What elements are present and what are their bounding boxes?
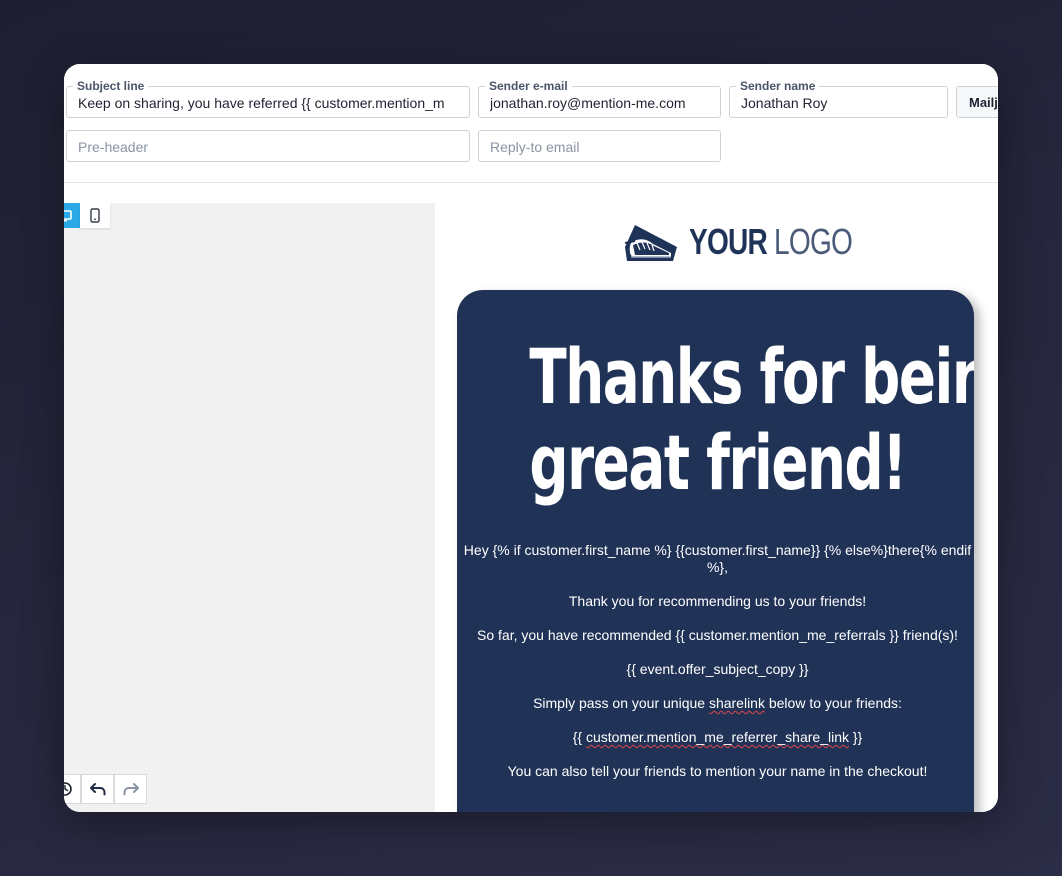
mail-provider-button[interactable]: Mailj bbox=[956, 86, 998, 118]
desktop-icon bbox=[64, 209, 72, 222]
email-content-card[interactable]: Thanks for being a great friend! Hey {% … bbox=[457, 290, 974, 812]
reply-to-field[interactable]: Reply-to email bbox=[478, 130, 721, 162]
headline-line-1: Thanks for being a bbox=[529, 332, 974, 421]
redo-icon bbox=[122, 781, 140, 797]
pre-header-field[interactable]: Pre-header bbox=[66, 130, 470, 162]
logo[interactable]: YOUR LOGO bbox=[621, 217, 898, 267]
email-body[interactable]: Hey {% if customer.first_name %} {{custo… bbox=[461, 542, 974, 797]
mobile-view-button[interactable] bbox=[80, 203, 110, 228]
headline-line-2: great friend! bbox=[529, 418, 907, 507]
reply-to-placeholder[interactable]: Reply-to email bbox=[490, 139, 714, 155]
history-icon bbox=[64, 781, 73, 797]
subject-line-value[interactable]: Keep on sharing, you have referred {{ cu… bbox=[78, 95, 463, 111]
email-preview: YOUR LOGO Thanks for being a great frien… bbox=[435, 203, 998, 812]
email-headline[interactable]: Thanks for being a great friend! bbox=[529, 332, 974, 507]
share-link-placeholder: {{ customer.mention_me_referrer_share_li… bbox=[572, 729, 863, 745]
offer-text: {{ event.offer_subject_copy }} bbox=[626, 661, 809, 677]
sneaker-icon bbox=[621, 217, 683, 267]
undo-icon bbox=[89, 781, 107, 797]
sharelink-instructions: Simply pass on your unique sharelink bel… bbox=[533, 695, 902, 711]
thanks-text: Thank you for recommending us to your fr… bbox=[568, 593, 867, 609]
mobile-icon bbox=[90, 208, 100, 223]
history-button[interactable] bbox=[64, 774, 81, 804]
subject-line-label: Subject line bbox=[73, 79, 149, 93]
sender-name-label: Sender name bbox=[736, 79, 820, 93]
redo-button[interactable] bbox=[114, 774, 147, 804]
email-editor-window: Subject line Keep on sharing, you have r… bbox=[64, 64, 998, 812]
sender-name-value[interactable]: Jonathan Roy bbox=[741, 95, 941, 111]
sender-email-value[interactable]: jonathan.roy@mention-me.com bbox=[490, 95, 714, 111]
sender-email-field[interactable]: Sender e-mail jonathan.roy@mention-me.co… bbox=[478, 79, 721, 118]
referrals-count-text: So far, you have recommended {{ customer… bbox=[477, 627, 958, 643]
desktop-view-button[interactable] bbox=[64, 203, 80, 228]
pre-header-placeholder[interactable]: Pre-header bbox=[78, 139, 463, 155]
checkout-text: You can also tell your friends to mentio… bbox=[507, 763, 928, 779]
sender-name-field[interactable]: Sender name Jonathan Roy bbox=[729, 79, 948, 118]
subject-line-field[interactable]: Subject line Keep on sharing, you have r… bbox=[66, 79, 470, 118]
undo-button[interactable] bbox=[81, 774, 114, 804]
greeting-text: Hey {% if customer.first_name %} {{custo… bbox=[463, 542, 972, 575]
sender-email-label: Sender e-mail bbox=[485, 79, 572, 93]
editor-blocks-panel bbox=[64, 203, 435, 812]
email-settings-header: Subject line Keep on sharing, you have r… bbox=[64, 64, 998, 183]
history-toolbar bbox=[64, 774, 147, 804]
logo-text: YOUR LOGO bbox=[689, 221, 853, 262]
